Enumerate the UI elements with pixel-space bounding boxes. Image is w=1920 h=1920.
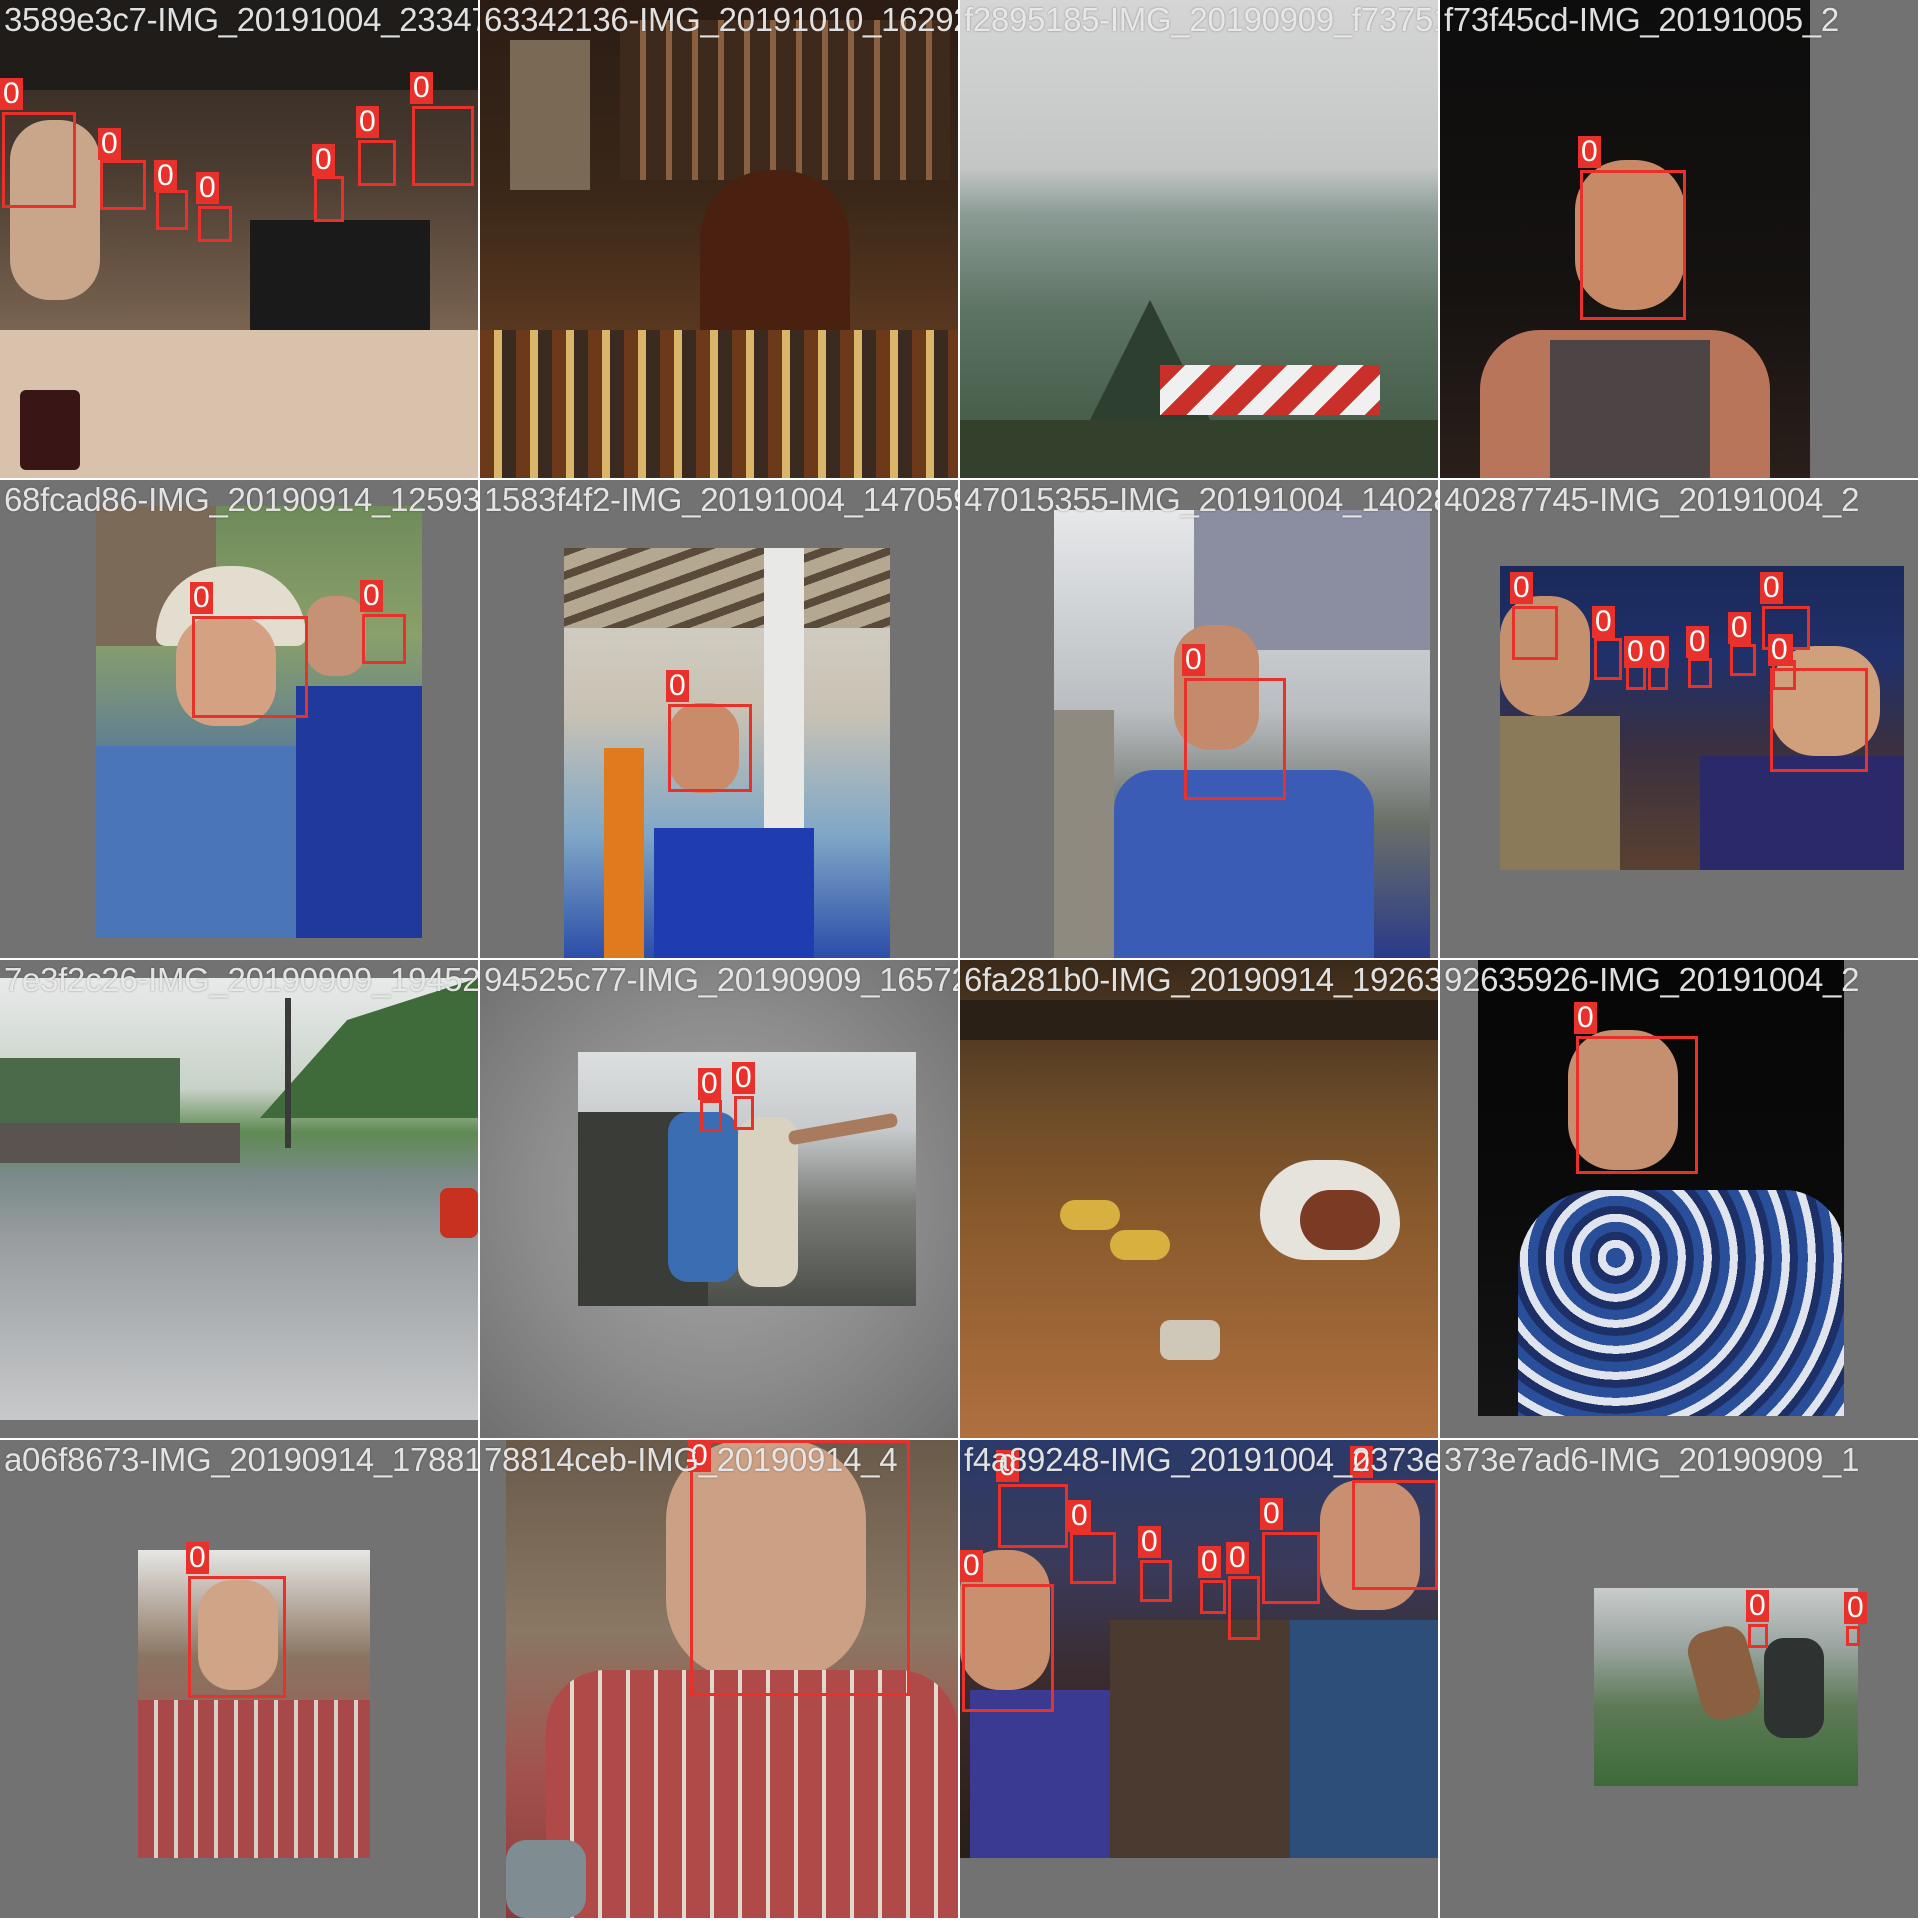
detection-box <box>700 1100 722 1132</box>
photo <box>1594 1588 1858 1786</box>
detection-label: 0 <box>1646 636 1669 668</box>
detection-box <box>1512 606 1558 660</box>
detection-box <box>156 190 188 230</box>
detection-label: 0 <box>154 160 177 192</box>
detection-label: 0 <box>688 1440 711 1472</box>
detection-box <box>412 106 474 186</box>
photo <box>96 506 422 938</box>
mosaic-tile: 0 78814ceb-IMG_20190914_4 <box>480 1440 958 1918</box>
detection-label: 0 <box>1226 1542 1249 1574</box>
detection-box <box>1580 170 1686 320</box>
mosaic-tile: 0 a06f8673-IMG_20190914_178814cebc.jpg <box>0 1440 478 1918</box>
detection-label: 0 <box>1068 1500 1091 1532</box>
detection-box <box>362 614 406 664</box>
detection-box <box>668 704 752 792</box>
detection-box <box>314 176 344 222</box>
detection-label: 0 <box>996 1450 1019 1482</box>
detection-label: 0 <box>312 144 335 176</box>
photo <box>480 0 958 478</box>
detection-box <box>192 616 308 718</box>
detection-label: 0 <box>1686 626 1709 658</box>
detection-box <box>998 1484 1068 1548</box>
detection-box <box>690 1440 910 1696</box>
detection-label: 0 <box>1592 606 1615 638</box>
image-caption: 373e7ad6-IMG_20190909_1 <box>1444 1441 1860 1478</box>
detection-box <box>1262 1532 1320 1604</box>
detection-box <box>1200 1580 1226 1614</box>
mosaic-tile: 0 0 68fcad86-IMG_20190914_125934b4.jpg <box>0 480 478 958</box>
detection-box <box>1846 1626 1860 1646</box>
detection-label: 0 <box>1760 572 1783 604</box>
detection-box <box>1576 1036 1698 1174</box>
image-caption: 40287745-IMG_20191004_2 <box>1444 481 1860 518</box>
mosaic-tile: 0 0 373e7ad6-IMG_20190909_1 <box>1440 1440 1918 1918</box>
detection-label: 0 <box>1138 1526 1161 1558</box>
photo <box>960 0 1438 478</box>
detection-box <box>358 140 396 186</box>
mosaic-tile: 0 0 0 0 0 0 0 0 f4a89248-IMG_20191004_23… <box>960 1440 1438 1918</box>
detection-box <box>2 112 76 208</box>
detection-label: 0 <box>98 128 121 160</box>
detection-box <box>100 160 146 210</box>
detection-box <box>1688 658 1712 688</box>
mosaic-tile: 0 1583f4f2-IMG_20191004_147059355.jpg <box>480 480 958 958</box>
detection-label: 0 <box>960 1550 983 1582</box>
detection-box <box>1770 668 1868 772</box>
mosaic-tile: 63342136-IMG_20191010_162926e3.jpg <box>480 0 958 478</box>
detection-label: 0 <box>196 172 219 204</box>
detection-label: 0 <box>1768 634 1791 666</box>
mosaic-tile: 0 0 94525c77-IMG_20190909_165728b1.jpg <box>480 960 958 1438</box>
detection-box <box>1594 638 1622 680</box>
detection-label: 0 <box>1574 1002 1597 1034</box>
image-caption: 1583f4f2-IMG_20191004_147059355.jpg <box>484 481 958 518</box>
image-caption: 94525c77-IMG_20190909_165728b1.jpg <box>484 961 958 998</box>
detection-box <box>1352 1480 1438 1590</box>
detection-box <box>1070 1532 1116 1584</box>
detection-label: 0 <box>1844 1592 1867 1624</box>
mosaic-tile: 6fa281b0-IMG_20190914_192635926.jpg <box>960 960 1438 1438</box>
detection-label: 0 <box>190 582 213 614</box>
detection-label: 0 <box>356 106 379 138</box>
detection-box <box>1140 1560 1172 1602</box>
detection-label: 0 <box>1728 612 1751 644</box>
mosaic-tile: f2895185-IMG_20190909_f7375150.jpg <box>960 0 1438 478</box>
detection-label: 0 <box>1350 1446 1373 1478</box>
detection-label: 0 <box>1578 136 1601 168</box>
detection-label: 0 <box>698 1068 721 1100</box>
detection-label: 0 <box>1182 644 1205 676</box>
detection-label: 0 <box>732 1062 755 1094</box>
detection-label: 0 <box>186 1542 209 1574</box>
detection-label: 0 <box>360 580 383 612</box>
detection-label: 0 <box>1624 636 1647 668</box>
mosaic-grid: 0 0 0 0 0 0 0 3589e3c7-IMG_20191004_2334… <box>0 0 1920 1920</box>
detection-label: 0 <box>666 670 689 702</box>
detection-box <box>734 1096 754 1130</box>
detection-label: 0 <box>410 72 433 104</box>
detection-box <box>1228 1576 1260 1640</box>
mosaic-tile: 0 f73f45cd-IMG_20191005_2 <box>1440 0 1918 478</box>
image-caption: a06f8673-IMG_20190914_178814cebc.jpg <box>4 1441 478 1478</box>
detection-label: 0 <box>1260 1498 1283 1530</box>
detection-label: 0 <box>0 78 23 110</box>
detection-box <box>1748 1624 1768 1648</box>
photo <box>0 0 478 478</box>
detection-label: 0 <box>1198 1546 1221 1578</box>
detection-box <box>1730 644 1756 676</box>
photo <box>960 960 1438 1438</box>
detection-box <box>962 1584 1054 1712</box>
detection-box <box>1184 678 1286 800</box>
photo <box>1478 960 1844 1416</box>
mosaic-tile: 0 92635926-IMG_20191004_2 <box>1440 960 1918 1438</box>
mosaic-tile: 0 47015355-IMG_20191004_140287745.jpg <box>960 480 1438 958</box>
detection-box <box>188 1576 286 1698</box>
detection-box <box>198 206 232 242</box>
mosaic-tile: 0 0 0 0 0 0 0 0 0 40287745-IMG_20191004_… <box>1440 480 1918 958</box>
mosaic-tile: 7e3f2c26-IMG_20190909_194525.77f.jpg <box>0 960 478 1438</box>
detection-label: 0 <box>1510 572 1533 604</box>
detection-label: 0 <box>1746 1590 1769 1622</box>
mosaic-tile: 0 0 0 0 0 0 0 3589e3c7-IMG_20191004_2334… <box>0 0 478 478</box>
photo <box>0 978 478 1420</box>
